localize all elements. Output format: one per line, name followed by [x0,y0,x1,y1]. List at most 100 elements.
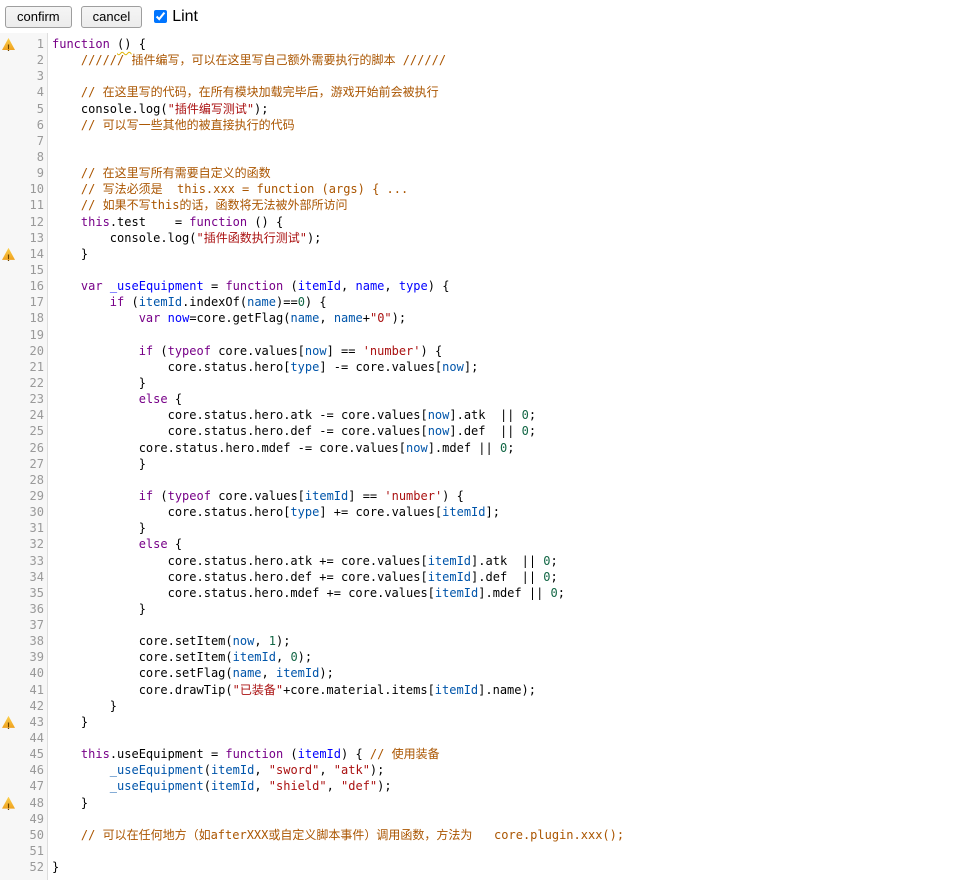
code-line[interactable]: 37 [0,617,962,633]
code-token: core.status.hero.atk -= core.values[ [52,408,428,422]
code-line[interactable]: 26 core.status.hero.mdef -= core.values[… [0,440,962,456]
gutter-marker-cell [0,601,17,617]
code-line[interactable]: 49 [0,811,962,827]
code-line[interactable]: 30 core.status.hero[type] += core.values… [0,504,962,520]
code-line[interactable]: 4 // 在这里写的代码，在所有模块加载完毕后，游戏开始前会被执行 [0,84,962,100]
code-line[interactable]: 3 [0,68,962,84]
code-line[interactable]: 6 // 可以写一些其他的被直接执行的代码 [0,117,962,133]
gutter-marker-cell [0,795,17,811]
code-line[interactable]: 24 core.status.hero.atk -= core.values[n… [0,407,962,423]
code-token [52,311,139,325]
code-line[interactable]: 42 } [0,698,962,714]
code-line[interactable]: 12 this.test = function () { [0,214,962,230]
lint-warning-icon[interactable] [2,797,15,809]
code-line[interactable]: 20 if (typeof core.values[now] == 'numbe… [0,343,962,359]
code-line[interactable]: 31 } [0,520,962,536]
code-token: ); [377,779,391,793]
code-line[interactable]: 52} [0,859,962,875]
code-token: ( [124,295,138,309]
code-line[interactable]: 16 var _useEquipment = function (itemId,… [0,278,962,294]
gutter-marker-cell [0,617,17,633]
code-line[interactable]: 18 var now=core.getFlag(name, name+"0"); [0,310,962,326]
code-line[interactable]: 28 [0,472,962,488]
code-line[interactable]: 48 } [0,795,962,811]
code-line[interactable]: 36 } [0,601,962,617]
lint-warning-icon[interactable] [2,38,15,50]
code-text: } [48,714,88,730]
code-line[interactable]: 50 // 可以在任何地方（如afterXXX或自定义脚本事件）调用函数，方法为… [0,827,962,843]
code-line[interactable]: 5 console.log("插件编写测试"); [0,101,962,117]
code-line[interactable]: 2 ////// 插件编写，可以在这里写自己额外需要执行的脚本 ////// [0,52,962,68]
code-token: _useEquipment [110,779,204,793]
code-line[interactable]: 17 if (itemId.indexOf(name)==0) { [0,294,962,310]
code-token: ( [153,344,167,358]
confirm-button[interactable]: confirm [5,6,72,28]
code-token: itemId [139,295,182,309]
code-line[interactable]: 33 core.status.hero.atk += core.values[i… [0,553,962,569]
code-token: )== [276,295,298,309]
code-line[interactable]: 45 this.useEquipment = function (itemId)… [0,746,962,762]
code-line[interactable]: 34 core.status.hero.def += core.values[i… [0,569,962,585]
gutter-marker-cell [0,101,17,117]
code-line[interactable]: 25 core.status.hero.def -= core.values[n… [0,423,962,439]
lint-warning-icon[interactable] [2,248,15,260]
code-text: console.log("插件函数执行测试"); [48,230,321,246]
code-line[interactable]: 39 core.setItem(itemId, 0); [0,649,962,665]
code-line[interactable]: 21 core.status.hero[type] -= core.values… [0,359,962,375]
code-line[interactable]: 22 } [0,375,962,391]
gutter-marker-cell [0,714,17,730]
gutter-marker-cell [0,778,17,794]
code-text: core.setItem(now, 1); [48,633,290,649]
code-token [52,53,81,67]
code-line[interactable]: 10 // 写法必须是 this.xxx = function (args) {… [0,181,962,197]
code-line[interactable]: 40 core.setFlag(name, itemId); [0,665,962,681]
code-line[interactable]: 9 // 在这里写所有需要自定义的函数 [0,165,962,181]
code-line[interactable]: 1function () { [0,36,962,52]
code-token: 0 [543,570,550,584]
code-text: core.status.hero.atk -= core.values[now]… [48,407,536,423]
lint-checkbox[interactable] [154,10,167,23]
code-line[interactable]: 29 if (typeof core.values[itemId] == 'nu… [0,488,962,504]
code-line[interactable]: 27 } [0,456,962,472]
gutter-marker-cell [0,553,17,569]
code-line[interactable]: 44 [0,730,962,746]
code-line[interactable]: 15 [0,262,962,278]
code-line[interactable]: 13 console.log("插件函数执行测试"); [0,230,962,246]
code-line[interactable]: 19 [0,327,962,343]
code-token: typeof [168,489,211,503]
code-text [48,262,52,278]
code-line[interactable]: 23 else { [0,391,962,407]
code-token [52,392,139,406]
code-line[interactable]: 41 core.drawTip("已装备"+core.material.item… [0,682,962,698]
code-line[interactable]: 11 // 如果不写this的话，函数将无法被外部所访问 [0,197,962,213]
gutter-marker-cell [0,698,17,714]
gutter-marker-cell [0,36,17,52]
code-text: core.drawTip("已装备"+core.material.items[i… [48,682,536,698]
gutter-marker-cell [0,423,17,439]
code-line[interactable]: 51 [0,843,962,859]
code-line[interactable]: 8 [0,149,962,165]
code-text: core.status.hero[type] += core.values[it… [48,504,500,520]
code-token: } [52,715,88,729]
code-line[interactable]: 43 } [0,714,962,730]
code-line[interactable]: 38 core.setItem(now, 1); [0,633,962,649]
line-number: 41 [17,682,48,698]
code-token: name [356,279,385,293]
cancel-button[interactable]: cancel [81,6,143,28]
lint-warning-icon[interactable] [2,716,15,728]
code-line[interactable]: 32 else { [0,536,962,552]
code-text: var _useEquipment = function (itemId, na… [48,278,449,294]
gutter-marker-cell [0,294,17,310]
code-token: ); [370,763,384,777]
code-line[interactable]: 14 } [0,246,962,262]
code-text: else { [48,391,182,407]
code-line[interactable]: 46 _useEquipment(itemId, "sword", "atk")… [0,762,962,778]
line-number: 45 [17,746,48,762]
code-token: } [52,247,88,261]
code-token: var [139,311,161,325]
code-editor[interactable]: 1function () {2 ////// 插件编写，可以在这里写自己额外需要… [0,33,962,880]
gutter-marker-cell [0,504,17,520]
code-line[interactable]: 7 [0,133,962,149]
code-line[interactable]: 47 _useEquipment(itemId, "shield", "def"… [0,778,962,794]
code-line[interactable]: 35 core.status.hero.mdef += core.values[… [0,585,962,601]
